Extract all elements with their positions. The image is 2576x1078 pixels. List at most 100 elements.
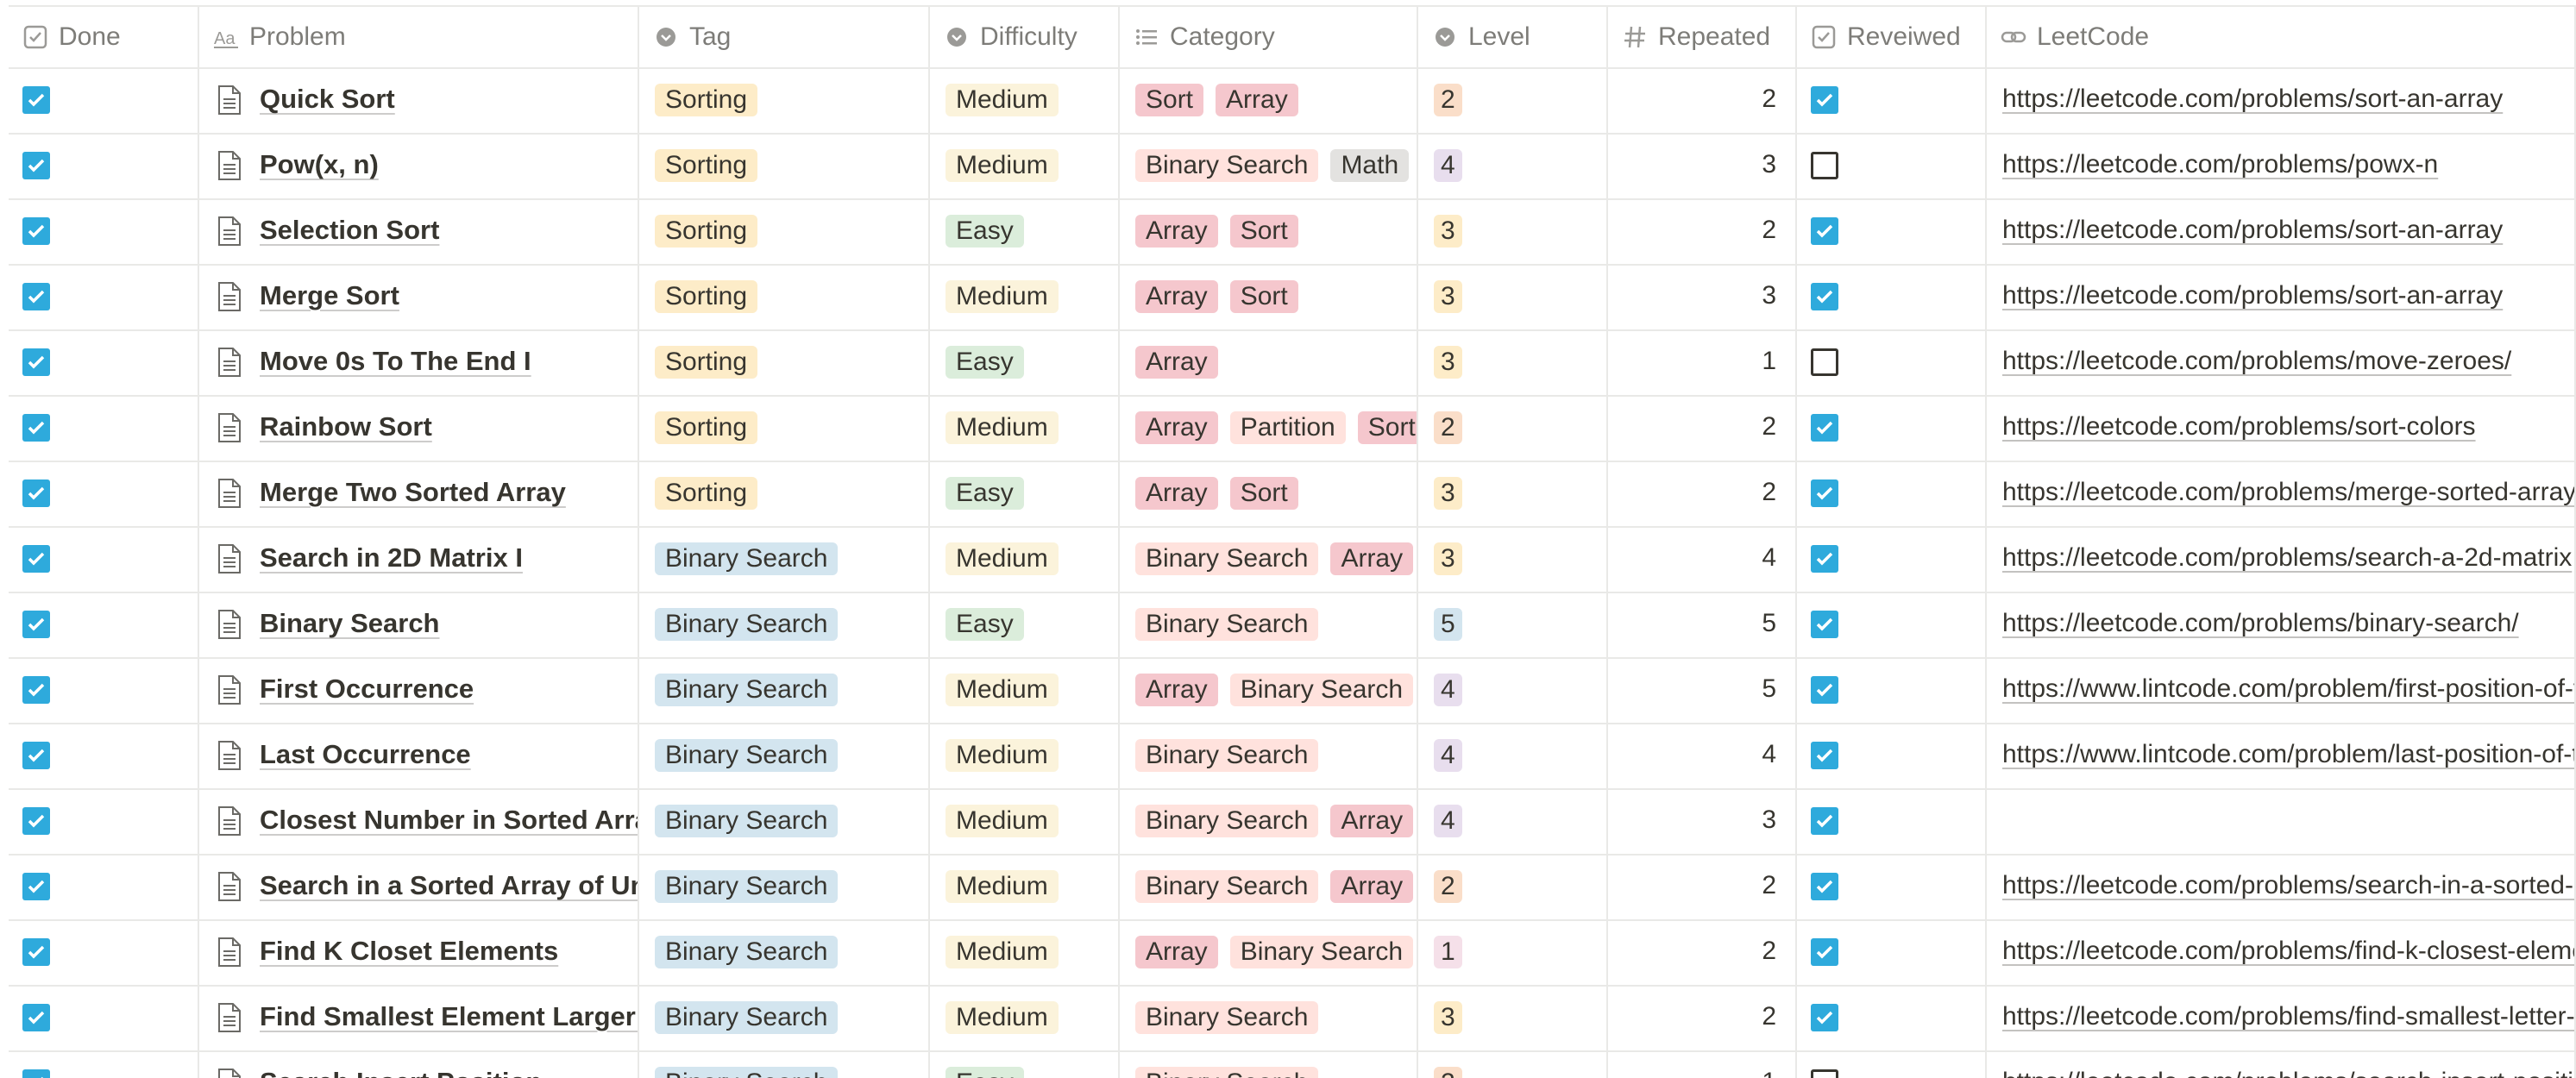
reviewed-cell[interactable] — [1797, 1052, 1987, 1078]
level-pill[interactable]: 3 — [1434, 346, 1462, 379]
repeated-cell[interactable]: 5 — [1608, 659, 1797, 723]
reviewed-cell[interactable] — [1797, 135, 1987, 198]
table-row[interactable]: Merge Two Sorted Array Sorting Easy Array So… — [9, 462, 2576, 528]
table-row[interactable]: Move 0s To The End I Sorting Easy Array 3 1 ht… — [9, 331, 2576, 397]
repeated-cell[interactable]: 2 — [1608, 987, 1797, 1050]
leetcode-link[interactable]: https://leetcode.com/problems/search-ins… — [2002, 1052, 2574, 1078]
reviewed-cell[interactable] — [1797, 790, 1987, 854]
tag-cell[interactable]: Binary Search — [639, 724, 930, 788]
category-cell[interactable]: Binary Search — [1120, 593, 1418, 657]
category-cell[interactable]: Array Sort — [1120, 200, 1418, 264]
table-row[interactable]: Search in a Sorted Array of Unknown Size… — [9, 856, 2576, 921]
difficulty-pill[interactable]: Medium — [946, 805, 1059, 837]
reviewed-cell[interactable] — [1797, 659, 1987, 723]
table-row[interactable]: Find K Closet Elements Binary Search Mediu… — [9, 921, 2576, 987]
table-row[interactable]: Search Insert Position Binary Search Easy B… — [9, 1052, 2576, 1078]
done-checkbox[interactable] — [22, 1069, 50, 1078]
category-pill[interactable]: Sort — [1229, 215, 1298, 248]
category-pill[interactable]: Sort — [1229, 280, 1298, 313]
category-pill[interactable]: Array — [1135, 674, 1218, 706]
leetcode-cell[interactable]: https://leetcode.com/problems/search-a-2… — [1987, 528, 2576, 592]
level-pill[interactable]: 4 — [1434, 149, 1462, 182]
difficulty-pill[interactable]: Medium — [946, 280, 1059, 313]
tag-pill[interactable]: Binary Search — [655, 870, 839, 903]
difficulty-cell[interactable]: Easy — [930, 593, 1120, 657]
difficulty-cell[interactable]: Medium — [930, 921, 1120, 985]
category-pill[interactable]: Array — [1135, 477, 1218, 510]
problem-cell[interactable]: Pow(x, n) — [199, 135, 639, 198]
reviewed-checkbox[interactable] — [1811, 938, 1838, 966]
difficulty-cell[interactable]: Medium — [930, 724, 1120, 788]
done-cell[interactable] — [9, 790, 199, 854]
leetcode-cell[interactable]: https://leetcode.com/problems/sort-an-ar… — [1987, 266, 2576, 329]
problem-cell[interactable]: Last Occurrence — [199, 724, 639, 788]
level-cell[interactable]: 4 — [1418, 724, 1608, 788]
category-cell[interactable]: Binary Search Array — [1120, 528, 1418, 592]
done-checkbox[interactable] — [22, 86, 50, 114]
repeated-cell[interactable]: 2 — [1608, 462, 1797, 526]
difficulty-pill[interactable]: Medium — [946, 674, 1059, 706]
difficulty-cell[interactable]: Medium — [930, 69, 1120, 133]
tag-pill[interactable]: Binary Search — [655, 805, 839, 837]
repeated-cell[interactable]: 2 — [1608, 921, 1797, 985]
reviewed-cell[interactable] — [1797, 987, 1987, 1050]
repeated-cell[interactable]: 2 — [1608, 200, 1797, 264]
leetcode-link[interactable]: https://leetcode.com/problems/powx-n — [2002, 135, 2438, 195]
tag-pill[interactable]: Binary Search — [655, 608, 839, 641]
done-cell[interactable] — [9, 331, 199, 395]
repeated-cell[interactable]: 3 — [1608, 135, 1797, 198]
done-cell[interactable] — [9, 397, 199, 461]
level-pill[interactable]: 2 — [1434, 84, 1462, 116]
leetcode-link[interactable]: https://leetcode.com/problems/merge-sort… — [2002, 462, 2574, 523]
table-row[interactable]: Quick Sort Sorting Medium Sort Array 2 2 https:… — [9, 69, 2576, 135]
repeated-cell[interactable]: 4 — [1608, 528, 1797, 592]
problem-cell[interactable]: Binary Search — [199, 593, 639, 657]
level-cell[interactable]: 3 — [1418, 331, 1608, 395]
reviewed-cell[interactable] — [1797, 528, 1987, 592]
done-cell[interactable] — [9, 659, 199, 723]
done-checkbox[interactable] — [22, 873, 50, 900]
difficulty-pill[interactable]: Easy — [946, 608, 1024, 641]
done-cell[interactable] — [9, 528, 199, 592]
tag-pill[interactable]: Binary Search — [655, 739, 839, 772]
level-pill[interactable]: 1 — [1434, 936, 1462, 968]
difficulty-pill[interactable]: Medium — [946, 149, 1059, 182]
tag-cell[interactable]: Sorting — [639, 135, 930, 198]
leetcode-cell[interactable]: https://leetcode.com/problems/sort-an-ar… — [1987, 200, 2576, 264]
category-cell[interactable]: Binary Search Array — [1120, 856, 1418, 919]
leetcode-link[interactable]: https://leetcode.com/problems/binary-sea… — [2002, 593, 2519, 654]
difficulty-pill[interactable]: Easy — [946, 1067, 1024, 1078]
difficulty-pill[interactable]: Medium — [946, 411, 1059, 444]
tag-pill[interactable]: Sorting — [655, 346, 758, 379]
reviewed-cell[interactable] — [1797, 462, 1987, 526]
column-header-leetcode[interactable]: LeetCode — [1987, 7, 2576, 67]
leetcode-cell[interactable]: https://leetcode.com/problems/binary-sea… — [1987, 593, 2576, 657]
leetcode-link[interactable]: https://leetcode.com/problems/find-small… — [2002, 987, 2574, 1047]
level-pill[interactable]: 3 — [1434, 477, 1462, 510]
difficulty-cell[interactable]: Medium — [930, 135, 1120, 198]
reviewed-checkbox[interactable] — [1811, 676, 1838, 704]
tag-pill[interactable]: Sorting — [655, 477, 758, 510]
repeated-cell[interactable]: 1 — [1608, 1052, 1797, 1078]
category-pill[interactable]: Binary Search — [1135, 1001, 1319, 1034]
category-cell[interactable]: Binary Search Math — [1120, 135, 1418, 198]
level-pill[interactable]: 3 — [1434, 542, 1462, 575]
tag-pill[interactable]: Sorting — [655, 84, 758, 116]
category-pill[interactable]: Array — [1330, 805, 1414, 837]
reviewed-checkbox[interactable] — [1811, 545, 1838, 573]
leetcode-link[interactable]: https://leetcode.com/problems/search-in-… — [2002, 856, 2574, 916]
difficulty-pill[interactable]: Easy — [946, 477, 1024, 510]
category-pill[interactable]: Binary Search — [1135, 870, 1319, 903]
category-pill[interactable]: Array — [1135, 411, 1218, 444]
problem-title[interactable]: Search in 2D Matrix I — [260, 528, 523, 588]
done-checkbox[interactable] — [22, 414, 50, 442]
leetcode-cell[interactable]: https://leetcode.com/problems/move-zeroe… — [1987, 331, 2576, 395]
leetcode-link[interactable]: https://leetcode.com/problems/sort-color… — [2002, 397, 2476, 457]
column-header-tag[interactable]: Tag — [639, 7, 930, 67]
table-row[interactable]: Binary Search Binary Search Easy Binary Sea… — [9, 593, 2576, 659]
column-header-repeated[interactable]: Repeated — [1608, 7, 1797, 67]
problem-title[interactable]: Find K Closet Elements — [260, 921, 558, 981]
done-checkbox[interactable] — [22, 283, 50, 310]
tag-pill[interactable]: Binary Search — [655, 1067, 839, 1078]
done-checkbox[interactable] — [22, 1004, 50, 1031]
